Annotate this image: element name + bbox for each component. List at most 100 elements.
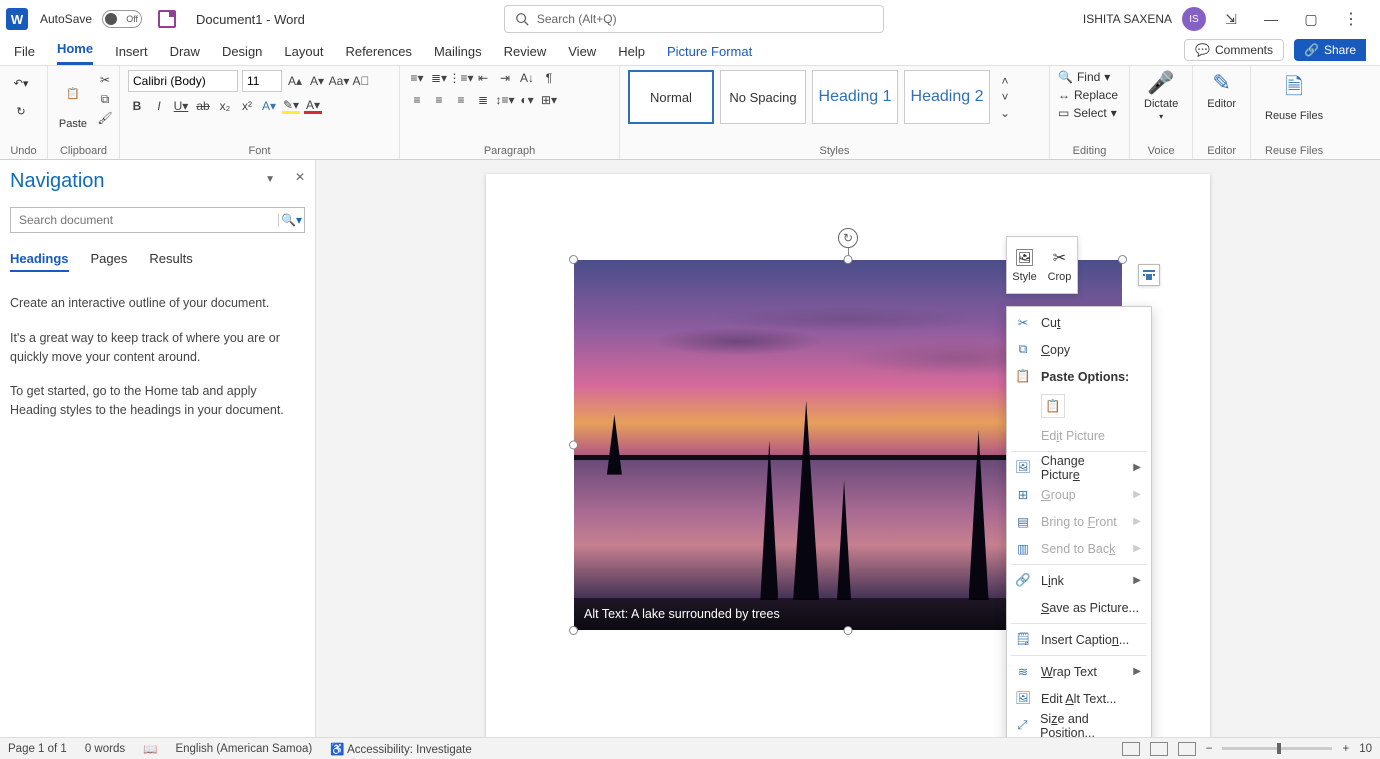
dec-indent-button[interactable]: ⇤ (474, 70, 492, 86)
paste-button[interactable]: 📋 (56, 70, 90, 116)
cut-button[interactable]: ✂ (96, 72, 114, 88)
borders-button[interactable]: ⊞▾ (540, 92, 558, 108)
text-effects-button[interactable]: A▾ (260, 98, 278, 114)
view-print-icon[interactable] (1150, 742, 1168, 756)
tab-mailings[interactable]: Mailings (434, 44, 482, 65)
ctx-paste-keep-source[interactable]: 📋 (1041, 394, 1065, 418)
grow-font-button[interactable]: A▴ (286, 73, 304, 89)
replace-button[interactable]: ↔ Replace (1058, 88, 1118, 102)
nav-tab-results[interactable]: Results (149, 251, 192, 272)
tab-picture-format[interactable]: Picture Format (667, 44, 752, 65)
copy-button[interactable]: ⧉ (96, 91, 114, 107)
select-button[interactable]: ▭ Select ▾ (1058, 106, 1118, 120)
mini-crop-button[interactable]: ✂Crop (1042, 237, 1077, 293)
dictate-button[interactable]: 🎤Dictate▾ (1138, 70, 1184, 121)
highlight-button[interactable]: ✎▾ (282, 98, 300, 114)
layout-options-button[interactable] (1138, 264, 1160, 286)
superscript-button[interactable]: x² (238, 98, 256, 114)
underline-button[interactable]: U▾ (172, 98, 190, 114)
strike-button[interactable]: ab (194, 98, 212, 114)
bold-button[interactable]: B (128, 98, 146, 114)
ctx-wrap-text[interactable]: ≋Wrap Text▶ (1007, 658, 1151, 685)
shading-button[interactable]: ◐▾ (518, 92, 536, 108)
sort-button[interactable]: A↓ (518, 70, 536, 86)
tab-references[interactable]: References (345, 44, 411, 65)
bullets-button[interactable]: ≡▾ (408, 70, 426, 86)
justify-button[interactable]: ≣ (474, 92, 492, 108)
ctx-link[interactable]: 🔗Link▶ (1007, 567, 1151, 594)
format-painter-button[interactable]: 🖌 (96, 110, 114, 126)
resize-handle-b[interactable] (844, 626, 853, 635)
status-page[interactable]: Page 1 of 1 (8, 743, 67, 755)
shrink-font-button[interactable]: A▾ (308, 73, 326, 89)
zoom-out-button[interactable]: − (1206, 743, 1213, 755)
close-button[interactable]: ⋮ (1336, 9, 1366, 29)
ribbon-mode-icon[interactable]: ⇲ (1216, 11, 1246, 28)
rotate-handle[interactable] (838, 228, 858, 248)
align-left-button[interactable]: ≡ (408, 92, 426, 108)
comments-button[interactable]: 💬 Comments (1184, 39, 1284, 61)
maximize-button[interactable]: ▢ (1296, 11, 1326, 28)
style-heading1[interactable]: Heading 1 (812, 70, 898, 124)
ctx-save-as-picture[interactable]: Save as Picture... (1007, 594, 1151, 621)
ctx-copy[interactable]: ⧉Copy (1007, 336, 1151, 363)
save-icon[interactable] (158, 10, 176, 28)
ctx-edit-alt-text[interactable]: 🖼Edit Alt Text... (1007, 685, 1151, 712)
align-center-button[interactable]: ≡ (430, 92, 448, 108)
view-web-icon[interactable] (1178, 742, 1196, 756)
reuse-files-button[interactable]: 🗎Reuse Files (1259, 70, 1329, 122)
line-spacing-button[interactable]: ↕≡▾ (496, 92, 514, 108)
nav-search[interactable]: 🔍▾ (10, 207, 305, 233)
tab-review[interactable]: Review (504, 44, 547, 65)
styles-expand[interactable]: ⌄ (996, 105, 1014, 121)
search-box[interactable]: Search (Alt+Q) (504, 5, 884, 33)
autosave-toggle[interactable]: Off (102, 10, 142, 28)
ctx-cut[interactable]: ✂Cut (1007, 309, 1151, 336)
styles-scroll-down[interactable]: ˅ (996, 89, 1014, 105)
font-name-select[interactable] (128, 70, 238, 92)
ctx-change-picture[interactable]: 🖼Change Picture▶ (1007, 454, 1151, 481)
resize-handle-l[interactable] (569, 441, 578, 450)
font-size-select[interactable] (242, 70, 282, 92)
navigation-close-icon[interactable]: ✕ (295, 170, 305, 184)
view-focus-icon[interactable] (1122, 742, 1140, 756)
document-canvas[interactable]: Alt Text: A lake surrounded by trees 🖼St… (316, 160, 1380, 737)
multilevel-button[interactable]: ⋮≡▾ (452, 70, 470, 86)
undo-button[interactable]: ↶▾ (8, 70, 34, 96)
style-heading2[interactable]: Heading 2 (904, 70, 990, 124)
tab-help[interactable]: Help (618, 44, 645, 65)
editor-button[interactable]: ✎Editor (1201, 70, 1242, 110)
minimize-button[interactable]: ― (1256, 11, 1286, 27)
resize-handle-tl[interactable] (569, 255, 578, 264)
nav-tab-headings[interactable]: Headings (10, 251, 69, 272)
status-proofing-icon[interactable]: 📖 (143, 742, 157, 756)
zoom-level[interactable]: 10 (1359, 743, 1372, 755)
status-language[interactable]: English (American Samoa) (175, 743, 312, 755)
nav-search-button[interactable]: 🔍▾ (278, 213, 304, 227)
ctx-size-position[interactable]: ⤢Size and Position... (1007, 712, 1151, 737)
mini-style-button[interactable]: 🖼Style (1007, 237, 1042, 293)
redo-button[interactable]: ↻ (8, 98, 34, 124)
tab-insert[interactable]: Insert (115, 44, 148, 65)
find-button[interactable]: 🔍 Find ▾ (1058, 70, 1118, 84)
tab-view[interactable]: View (568, 44, 596, 65)
share-button[interactable]: 🔗 Share (1294, 39, 1366, 61)
font-color-button[interactable]: A▾ (304, 98, 322, 114)
show-marks-button[interactable]: ¶ (540, 70, 558, 86)
tab-home[interactable]: Home (57, 41, 93, 65)
inc-indent-button[interactable]: ⇥ (496, 70, 514, 86)
status-accessibility[interactable]: ♿ Accessibility: Investigate (330, 742, 472, 756)
avatar[interactable]: IS (1182, 7, 1206, 31)
styles-scroll-up[interactable]: ˄ (996, 73, 1014, 89)
nav-tab-pages[interactable]: Pages (91, 251, 128, 272)
nav-search-input[interactable] (11, 213, 278, 227)
resize-handle-tr[interactable] (1118, 255, 1127, 264)
tab-design[interactable]: Design (222, 44, 262, 65)
numbering-button[interactable]: ≣▾ (430, 70, 448, 86)
italic-button[interactable]: I (150, 98, 168, 114)
tab-file[interactable]: File (14, 44, 35, 65)
status-words[interactable]: 0 words (85, 743, 125, 755)
ctx-insert-caption[interactable]: 🗒Insert Caption... (1007, 626, 1151, 653)
resize-handle-bl[interactable] (569, 626, 578, 635)
align-right-button[interactable]: ≡ (452, 92, 470, 108)
